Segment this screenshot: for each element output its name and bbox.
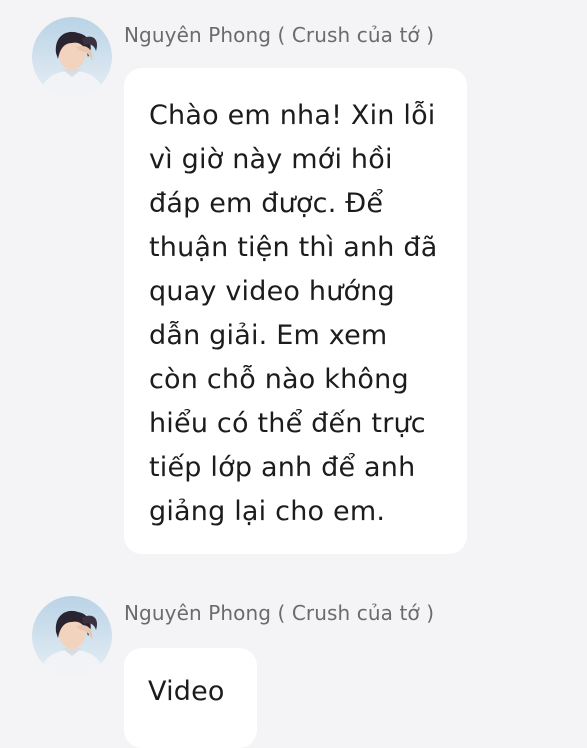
user-avatar-icon [32, 596, 112, 676]
sender-name: Nguyên Phong ( Crush của tớ ) [124, 23, 435, 47]
message-text: Video [148, 676, 225, 707]
sender-avatar[interactable] [32, 596, 112, 676]
message-text: Chào em nha! Xin lỗi vì giờ này mới hồi … [149, 100, 438, 527]
message-bubble[interactable]: Video [124, 648, 257, 748]
chat-screen: { "messages": [ { "sender": "Nguyên Phon… [0, 0, 587, 748]
message-bubble[interactable]: Chào em nha! Xin lỗi vì giờ này mới hồi … [124, 68, 467, 554]
sender-name: Nguyên Phong ( Crush của tớ ) [124, 601, 435, 625]
sender-avatar[interactable] [32, 17, 112, 97]
user-avatar-icon [32, 17, 112, 97]
